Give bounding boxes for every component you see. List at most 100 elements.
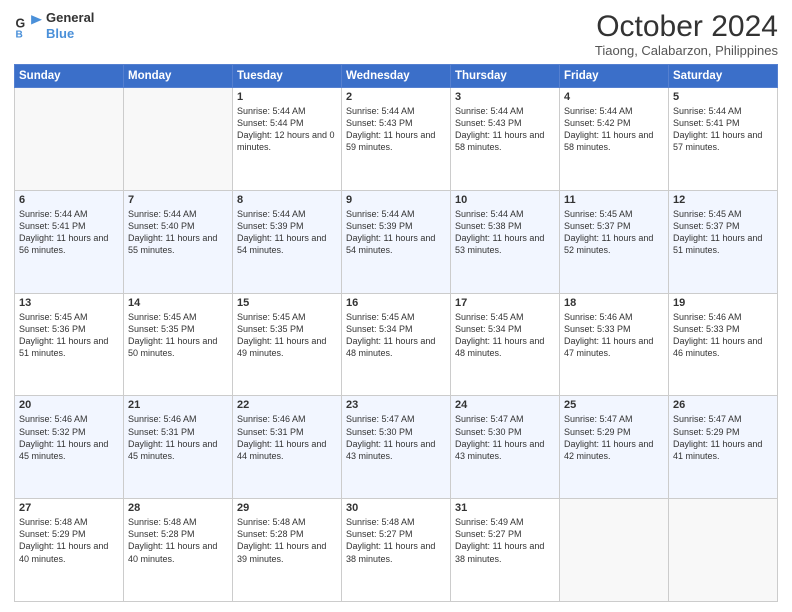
day-number: 29: [237, 502, 337, 514]
calendar-header-thursday: Thursday: [451, 65, 560, 88]
day-info: Sunrise: 5:44 AM Sunset: 5:38 PM Dayligh…: [455, 208, 555, 257]
calendar-table: SundayMondayTuesdayWednesdayThursdayFrid…: [14, 64, 778, 602]
day-number: 16: [346, 297, 446, 309]
day-number: 25: [564, 399, 664, 411]
day-number: 11: [564, 194, 664, 206]
day-number: 4: [564, 91, 664, 103]
header: G B General Blue October 2024 Tiaong, Ca…: [14, 10, 778, 58]
day-info: Sunrise: 5:45 AM Sunset: 5:35 PM Dayligh…: [128, 311, 228, 360]
day-number: 17: [455, 297, 555, 309]
day-info: Sunrise: 5:44 AM Sunset: 5:39 PM Dayligh…: [237, 208, 337, 257]
calendar-cell: [124, 88, 233, 191]
day-number: 21: [128, 399, 228, 411]
day-number: 5: [673, 91, 773, 103]
calendar-cell: 11 Sunrise: 5:45 AM Sunset: 5:37 PM Dayli…: [560, 190, 669, 293]
calendar-week-row: 20Sunrise: 5:46 AM Sunset: 5:32 PM Dayli…: [15, 396, 778, 499]
calendar-cell: 14 Sunrise: 5:45 AM Sunset: 5:35 PM Dayli…: [124, 293, 233, 396]
calendar-cell: 17 Sunrise: 5:45 AM Sunset: 5:34 PM Dayli…: [451, 293, 560, 396]
day-info: Sunrise: 5:44 AM Sunset: 5:41 PM Dayligh…: [673, 105, 773, 154]
svg-text:G: G: [16, 16, 26, 30]
day-number: 7: [128, 194, 228, 206]
subtitle: Tiaong, Calabarzon, Philippines: [595, 43, 778, 58]
day-info: Sunrise: 5:48 AM Sunset: 5:28 PM Dayligh…: [237, 516, 337, 565]
calendar-cell: 9Sunrise: 5:44 AM Sunset: 5:39 PM Daylig…: [342, 190, 451, 293]
calendar-cell: 15 Sunrise: 5:45 AM Sunset: 5:35 PM Dayli…: [233, 293, 342, 396]
logo-line1: General: [46, 10, 94, 26]
day-info: Sunrise: 5:46 AM Sunset: 5:32 PM Dayligh…: [19, 413, 119, 462]
day-number: 24: [455, 399, 555, 411]
day-info: Sunrise: 5:48 AM Sunset: 5:29 PM Dayligh…: [19, 516, 119, 565]
day-info: Sunrise: 5:45 AM Sunset: 5:35 PM Dayligh…: [237, 311, 337, 360]
day-info: Sunrise: 5:47 AM Sunset: 5:29 PM Dayligh…: [673, 413, 773, 462]
calendar-cell: 20Sunrise: 5:46 AM Sunset: 5:32 PM Dayli…: [15, 396, 124, 499]
calendar-header-saturday: Saturday: [669, 65, 778, 88]
calendar-week-row: 27 Sunrise: 5:48 AM Sunset: 5:29 PM Dayli…: [15, 499, 778, 602]
day-number: 2: [346, 91, 446, 103]
day-info: Sunrise: 5:48 AM Sunset: 5:27 PM Dayligh…: [346, 516, 446, 565]
calendar-cell: 3 Sunrise: 5:44 AM Sunset: 5:43 PM Daylig…: [451, 88, 560, 191]
day-number: 22: [237, 399, 337, 411]
day-info: Sunrise: 5:44 AM Sunset: 5:43 PM Dayligh…: [346, 105, 446, 154]
calendar-cell: 16 Sunrise: 5:45 AM Sunset: 5:34 PM Dayli…: [342, 293, 451, 396]
day-number: 1: [237, 91, 337, 103]
calendar-cell: 24 Sunrise: 5:47 AM Sunset: 5:30 PM Dayli…: [451, 396, 560, 499]
day-info: Sunrise: 5:46 AM Sunset: 5:31 PM Dayligh…: [128, 413, 228, 462]
calendar-cell: 19 Sunrise: 5:46 AM Sunset: 5:33 PM Dayli…: [669, 293, 778, 396]
logo-icon: G B: [14, 12, 42, 40]
day-number: 12: [673, 194, 773, 206]
calendar-cell: 27 Sunrise: 5:48 AM Sunset: 5:29 PM Dayli…: [15, 499, 124, 602]
day-info: Sunrise: 5:45 AM Sunset: 5:36 PM Dayligh…: [19, 311, 119, 360]
day-number: 10: [455, 194, 555, 206]
day-number: 13: [19, 297, 119, 309]
page: G B General Blue October 2024 Tiaong, Ca…: [0, 0, 792, 612]
logo-text: General Blue: [46, 10, 94, 41]
calendar-cell: 31Sunrise: 5:49 AM Sunset: 5:27 PM Dayli…: [451, 499, 560, 602]
day-number: 23: [346, 399, 446, 411]
calendar-cell: 4 Sunrise: 5:44 AM Sunset: 5:42 PM Daylig…: [560, 88, 669, 191]
calendar-cell: [15, 88, 124, 191]
day-number: 26: [673, 399, 773, 411]
day-info: Sunrise: 5:46 AM Sunset: 5:33 PM Dayligh…: [673, 311, 773, 360]
calendar-header-wednesday: Wednesday: [342, 65, 451, 88]
day-info: Sunrise: 5:46 AM Sunset: 5:31 PM Dayligh…: [237, 413, 337, 462]
day-info: Sunrise: 5:49 AM Sunset: 5:27 PM Dayligh…: [455, 516, 555, 565]
calendar-header-tuesday: Tuesday: [233, 65, 342, 88]
day-info: Sunrise: 5:47 AM Sunset: 5:30 PM Dayligh…: [455, 413, 555, 462]
day-number: 19: [673, 297, 773, 309]
day-info: Sunrise: 5:44 AM Sunset: 5:42 PM Dayligh…: [564, 105, 664, 154]
day-number: 15: [237, 297, 337, 309]
calendar-cell: [560, 499, 669, 602]
day-number: 3: [455, 91, 555, 103]
day-number: 14: [128, 297, 228, 309]
day-info: Sunrise: 5:48 AM Sunset: 5:28 PM Dayligh…: [128, 516, 228, 565]
day-info: Sunrise: 5:45 AM Sunset: 5:37 PM Dayligh…: [673, 208, 773, 257]
day-info: Sunrise: 5:44 AM Sunset: 5:44 PM Dayligh…: [237, 105, 337, 154]
day-info: Sunrise: 5:45 AM Sunset: 5:34 PM Dayligh…: [346, 311, 446, 360]
day-number: 8: [237, 194, 337, 206]
day-info: Sunrise: 5:45 AM Sunset: 5:34 PM Dayligh…: [455, 311, 555, 360]
calendar-cell: 1 Sunrise: 5:44 AM Sunset: 5:44 PM Daylig…: [233, 88, 342, 191]
calendar-cell: 26 Sunrise: 5:47 AM Sunset: 5:29 PM Dayli…: [669, 396, 778, 499]
day-number: 18: [564, 297, 664, 309]
calendar-cell: 12 Sunrise: 5:45 AM Sunset: 5:37 PM Dayli…: [669, 190, 778, 293]
calendar-cell: 21 Sunrise: 5:46 AM Sunset: 5:31 PM Dayli…: [124, 396, 233, 499]
calendar-cell: 6Sunrise: 5:44 AM Sunset: 5:41 PM Daylig…: [15, 190, 124, 293]
day-number: 30: [346, 502, 446, 514]
logo: G B General Blue: [14, 10, 94, 41]
calendar-cell: 22 Sunrise: 5:46 AM Sunset: 5:31 PM Dayli…: [233, 396, 342, 499]
day-info: Sunrise: 5:44 AM Sunset: 5:43 PM Dayligh…: [455, 105, 555, 154]
main-title: October 2024: [595, 10, 778, 43]
day-info: Sunrise: 5:45 AM Sunset: 5:37 PM Dayligh…: [564, 208, 664, 257]
svg-text:B: B: [16, 29, 23, 39]
title-block: October 2024 Tiaong, Calabarzon, Philipp…: [595, 10, 778, 58]
day-info: Sunrise: 5:47 AM Sunset: 5:30 PM Dayligh…: [346, 413, 446, 462]
calendar-header-row: SundayMondayTuesdayWednesdayThursdayFrid…: [15, 65, 778, 88]
day-number: 27: [19, 502, 119, 514]
calendar-cell: 10 Sunrise: 5:44 AM Sunset: 5:38 PM Dayli…: [451, 190, 560, 293]
calendar-header-friday: Friday: [560, 65, 669, 88]
calendar-week-row: 1 Sunrise: 5:44 AM Sunset: 5:44 PM Daylig…: [15, 88, 778, 191]
day-number: 28: [128, 502, 228, 514]
day-info: Sunrise: 5:44 AM Sunset: 5:39 PM Dayligh…: [346, 208, 446, 257]
day-info: Sunrise: 5:44 AM Sunset: 5:41 PM Dayligh…: [19, 208, 119, 257]
calendar-cell: 13 Sunrise: 5:45 AM Sunset: 5:36 PM Dayli…: [15, 293, 124, 396]
